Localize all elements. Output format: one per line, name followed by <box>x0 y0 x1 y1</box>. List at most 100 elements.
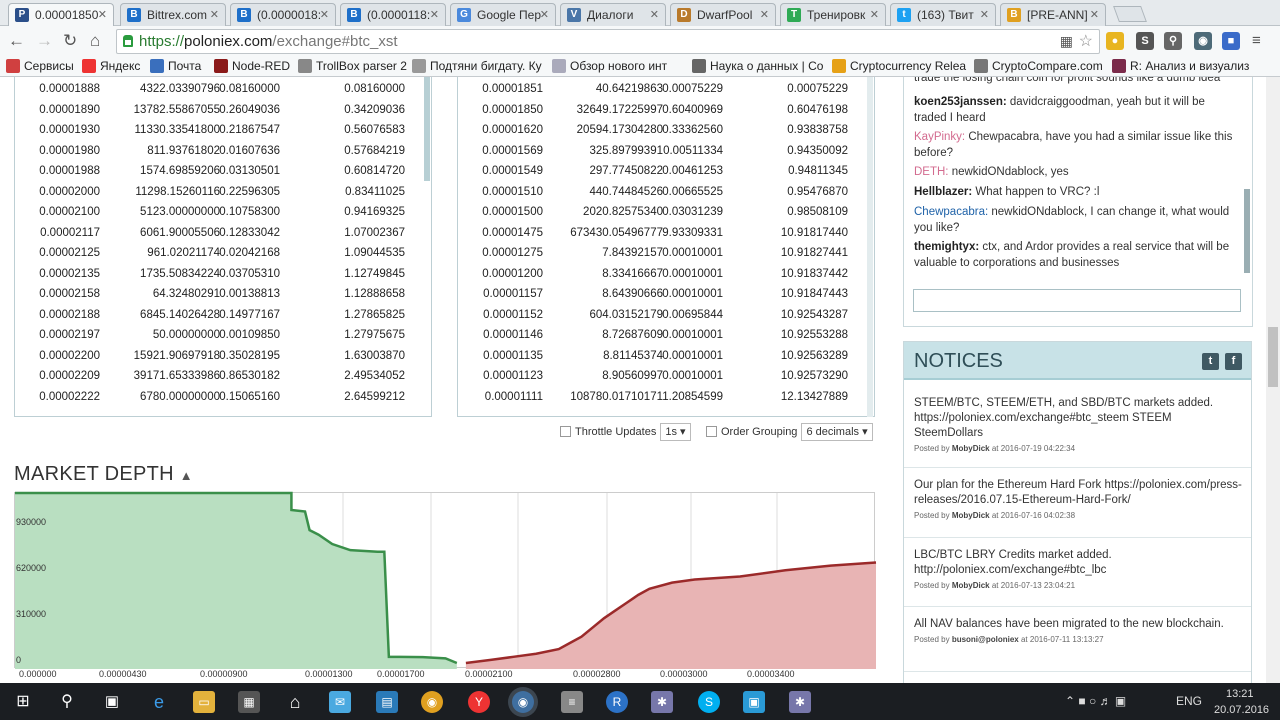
clock-time[interactable]: 13:21 <box>1226 686 1254 702</box>
monitor-app-icon[interactable]: ▤ <box>376 691 398 713</box>
tab-close-icon[interactable]: ✕ <box>320 4 329 26</box>
menu-icon[interactable]: ≡ <box>1252 31 1261 51</box>
tab-8[interactable]: t (163) Твит ✕ <box>890 3 996 26</box>
tab-close-icon[interactable]: ✕ <box>650 4 659 26</box>
bookmark-8[interactable]: Cryptocurrency Relea <box>832 58 966 74</box>
tab-favicon-icon: P <box>15 8 29 22</box>
table-cell: 0.00010001 <box>662 370 723 382</box>
chat-scrollbar[interactable] <box>1244 189 1250 273</box>
tab-3[interactable]: B (0.0000118: ✕ <box>340 3 446 26</box>
chat-username[interactable]: Hellblazer: <box>914 186 972 198</box>
app-icon[interactable]: ✱ <box>651 691 673 713</box>
bookmarks-bar: Сервисы Яндекс Почта Node-RED TrollBox parse… <box>0 56 1280 77</box>
bookmark-icon <box>150 59 164 73</box>
tab-5[interactable]: V Диалоги ✕ <box>560 3 666 26</box>
tab-4[interactable]: G Google Пер ✕ <box>450 3 556 26</box>
throttle-select[interactable]: 1s ▾ <box>660 423 691 441</box>
home-icon[interactable]: ⌂ <box>90 31 100 51</box>
tray-icons[interactable]: ⌃ ■ ○ ♬ ▣ <box>1065 693 1126 709</box>
chat-username[interactable]: themightyx: <box>914 241 979 253</box>
bookmark-7[interactable]: Наука о данных | Co <box>692 58 823 74</box>
tab-close-icon[interactable]: ✕ <box>430 4 439 26</box>
extension-s-icon[interactable]: S <box>1136 32 1154 50</box>
chat-username[interactable]: DETH: <box>914 166 949 178</box>
mail-app-icon[interactable]: ✉ <box>329 691 351 713</box>
sell-orders-scrollbar[interactable] <box>867 77 873 417</box>
bookmark-3[interactable]: Node-RED <box>214 58 290 74</box>
bookmark-6[interactable]: Обзор нового инт <box>552 58 667 74</box>
bookmark-9[interactable]: CryptoCompare.com <box>974 58 1103 74</box>
clock-date[interactable]: 20.07.2016 <box>1214 702 1269 718</box>
star-icon[interactable]: ☆ <box>1079 30 1093 53</box>
tab-close-icon[interactable]: ✕ <box>870 4 879 26</box>
tab-2[interactable]: B (0.0000018: ✕ <box>230 3 336 26</box>
bookmark-2[interactable]: Почта <box>150 58 201 74</box>
yandex-browser-icon[interactable]: Y <box>468 691 490 713</box>
edge-icon[interactable]: e <box>148 691 170 713</box>
bookmark-4[interactable]: TrollBox parser 2 <box>298 58 407 74</box>
address-bar[interactable]: https://poloniex.com/exchange#btc_xst ▦ … <box>116 29 1100 54</box>
app2-icon[interactable]: ▣ <box>743 691 765 713</box>
translate-icon[interactable]: ▦ <box>1060 30 1073 53</box>
grouping-checkbox[interactable] <box>706 426 717 437</box>
tab-close-icon[interactable]: ✕ <box>980 4 989 26</box>
tab-close-icon[interactable]: ✕ <box>98 4 107 26</box>
throttle-checkbox[interactable] <box>560 426 571 437</box>
task-view-icon[interactable]: ▣ <box>101 691 123 713</box>
extension-flag-icon[interactable]: ■ <box>1222 32 1240 50</box>
notice-author[interactable]: MobyDick <box>952 581 990 590</box>
table-row: 0.00001146 8.72687609 0.00010001 10.9255328… <box>458 325 874 346</box>
throttle-updates-control[interactable]: Throttle Updates 1s ▾ <box>560 423 691 441</box>
tab-close-icon[interactable]: ✕ <box>210 4 219 26</box>
order-grouping-control[interactable]: Order Grouping 6 decimals ▾ <box>706 423 873 441</box>
buy-orders-scrollbar[interactable] <box>424 77 430 181</box>
extension-eye-icon[interactable]: ◉ <box>1194 32 1212 50</box>
app3-icon[interactable]: ✱ <box>789 691 811 713</box>
collapse-icon[interactable]: ▲ <box>180 468 193 483</box>
r-app-icon[interactable]: R <box>606 691 628 713</box>
back-icon[interactable]: ← <box>8 31 25 51</box>
tab-close-icon[interactable]: ✕ <box>540 4 549 26</box>
home-app-icon[interactable]: ⌂ <box>284 691 306 713</box>
notice-author[interactable]: MobyDick <box>952 444 990 453</box>
notice-author[interactable]: MobyDick <box>952 511 990 520</box>
twitter-icon[interactable]: t <box>1202 353 1219 370</box>
bookmark-10[interactable]: R: Анализ и визуализ <box>1112 58 1249 74</box>
skype-icon[interactable]: S <box>698 691 720 713</box>
chat-input[interactable] <box>913 289 1241 312</box>
table-cell: 0.57684219 <box>344 144 405 157</box>
grouping-select[interactable]: 6 decimals ▾ <box>801 423 873 441</box>
tab-6[interactable]: D DwarfPool ✕ <box>670 3 776 26</box>
calculator-icon[interactable]: ≡ <box>561 691 583 713</box>
new-tab-button[interactable] <box>1113 6 1147 22</box>
facebook-icon[interactable]: f <box>1225 353 1242 370</box>
bookmark-1[interactable]: Яндекс <box>82 58 140 74</box>
notice-author[interactable]: busoni@poloniex <box>952 635 1019 644</box>
search-icon[interactable]: ⚲ <box>56 691 78 713</box>
forward-icon[interactable]: → <box>36 31 53 51</box>
tab-close-icon[interactable]: ✕ <box>1090 4 1099 26</box>
language-indicator[interactable]: ENG <box>1176 693 1202 709</box>
tab-9[interactable]: B [PRE-ANN] ✕ <box>1000 3 1106 26</box>
table-row: 0.00002197 50.00000000 0.00109850 1.2797567… <box>15 325 431 346</box>
reload-icon[interactable]: ↻ <box>63 31 77 51</box>
page-scrollbar-thumb[interactable] <box>1268 327 1278 387</box>
throttle-value: 1s <box>665 426 677 438</box>
tab-close-icon[interactable]: ✕ <box>760 4 769 26</box>
page-scrollbar[interactable] <box>1266 77 1280 683</box>
bookmark-5[interactable]: Подтяни бигдату. Ку <box>412 58 542 74</box>
chat-username[interactable]: koen253janssen: <box>914 96 1007 108</box>
file-explorer-icon[interactable]: ▭ <box>193 691 215 713</box>
tab-7[interactable]: T Тренировк ✕ <box>780 3 886 26</box>
chat-username[interactable]: Chewpacabra: <box>914 206 988 218</box>
key-icon[interactable]: ⚲ <box>1164 32 1182 50</box>
bookmark-0[interactable]: Сервисы <box>6 58 74 74</box>
chrome-icon[interactable]: ◉ <box>512 691 534 713</box>
chat-username[interactable]: KayPinky: <box>914 131 965 143</box>
store-icon[interactable]: ▦ <box>238 691 260 713</box>
windows-start-icon[interactable]: ⊞ <box>12 691 34 713</box>
extension-icon[interactable]: ● <box>1106 32 1124 50</box>
headphones-app-icon[interactable]: ◉ <box>421 691 443 713</box>
tab-0[interactable]: P 0.00001850 ✕ <box>8 3 114 26</box>
tab-1[interactable]: B Bittrex.com ✕ <box>120 3 226 26</box>
